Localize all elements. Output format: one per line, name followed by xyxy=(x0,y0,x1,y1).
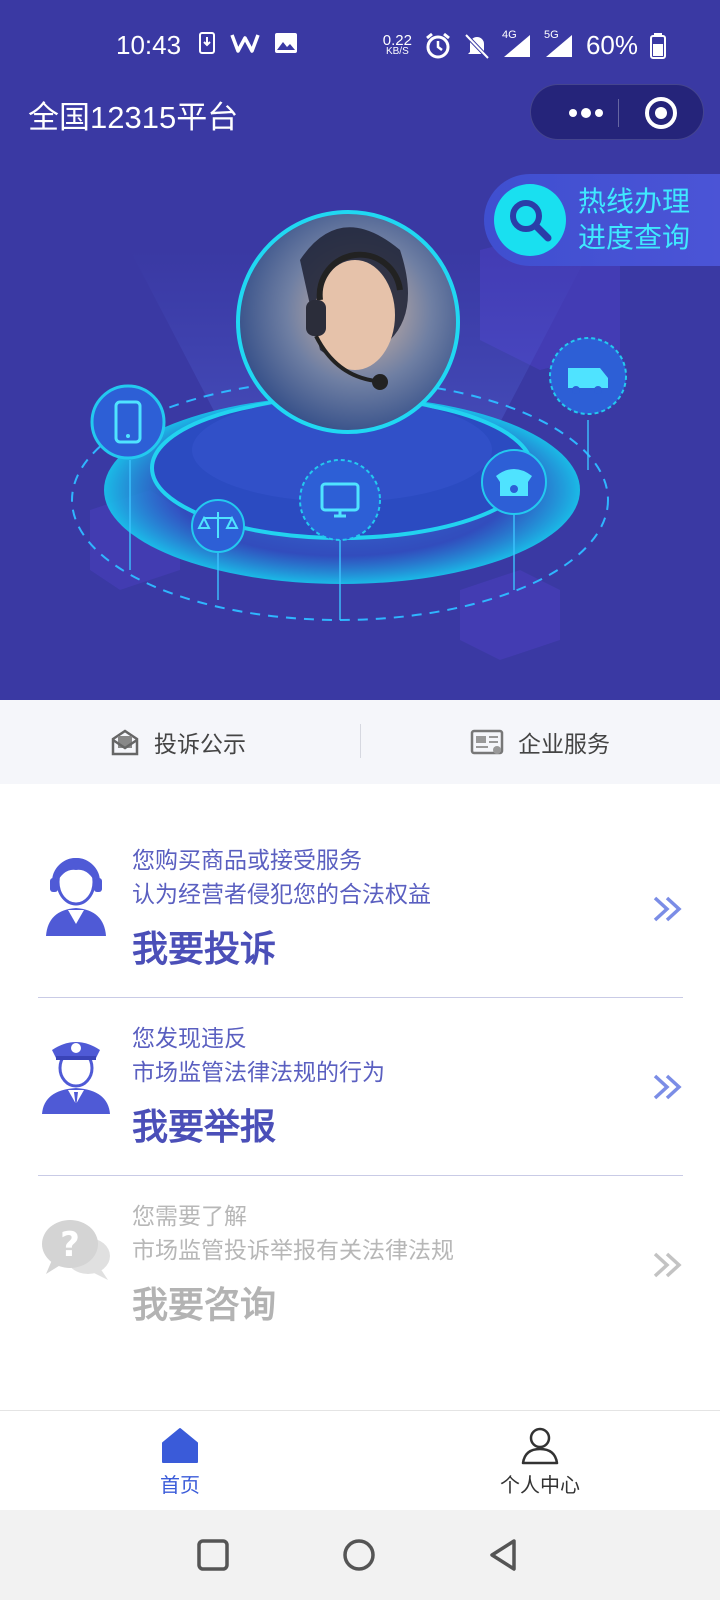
wps-icon xyxy=(230,34,260,53)
alarm-icon xyxy=(426,32,450,58)
report-action: 我要举报 xyxy=(132,1107,277,1148)
capsule-divider xyxy=(618,99,619,127)
nav-personal-center[interactable]: 个人中心 xyxy=(480,1425,600,1498)
complaint-desc: 您购买商品或接受服务 认为经营者侵犯您的合法权益 xyxy=(132,844,431,912)
gallery-icon xyxy=(275,33,297,53)
status-icons-right: 0.22 KB/S 4G 5G 60% xyxy=(382,29,666,61)
system-navigation-bar xyxy=(0,1510,720,1600)
signal-5g-icon: 5G xyxy=(544,29,574,59)
tab-divider xyxy=(360,724,361,758)
quick-tabs: 投诉公示 企业服务 xyxy=(0,700,720,784)
net-speed-value: 0.22 xyxy=(382,31,412,49)
consult-desc: 您需要了解 市场监管投诉举报有关法律法规 xyxy=(132,1200,454,1268)
consult-desc-line2: 市场监管投诉举报有关法律法规 xyxy=(132,1238,454,1264)
more-dots-icon xyxy=(569,108,603,118)
complaint-desc-line1: 您购买商品或接受服务 xyxy=(132,848,362,874)
svg-text:?: ? xyxy=(60,1225,80,1265)
bottom-tab-bar: 首页 个人中心 xyxy=(0,1410,720,1510)
close-miniprogram-button[interactable] xyxy=(631,93,691,133)
consult-action: 我要咨询 xyxy=(132,1285,277,1326)
net-speed-unit: KB/S xyxy=(385,45,409,57)
search-icon xyxy=(494,184,566,256)
back-triangle-icon[interactable] xyxy=(484,1536,522,1574)
consult-card[interactable]: ? 您需要了解 市场监管投诉举报有关法律法规 我要咨询 xyxy=(38,1184,683,1360)
question-bubble-icon: ? xyxy=(42,1220,110,1280)
page-title: 全国12315平台 xyxy=(28,100,239,135)
inspector-officer-icon xyxy=(42,1042,110,1114)
mute-bell-icon xyxy=(464,33,490,59)
signal-4g-icon: 4G xyxy=(502,29,532,59)
business-license-icon xyxy=(470,729,504,755)
report-desc-line2: 市场监管法律法规的行为 xyxy=(132,1060,385,1086)
envelope-icon xyxy=(111,729,139,756)
report-desc: 您发现违反 市场监管法律法规的行为 xyxy=(132,1022,385,1090)
user-icon xyxy=(521,1427,559,1465)
battery-percent: 60% xyxy=(585,30,638,60)
net-speed: 0.22 KB/S xyxy=(382,31,412,57)
hotline-text: 热线办理 进度查询 xyxy=(578,184,690,256)
tab-enterprise-service-label: 企业服务 xyxy=(518,732,610,758)
nav-personal-center-label: 个人中心 xyxy=(500,1473,580,1497)
tab-complaint-public[interactable]: 投诉公示 xyxy=(110,700,246,784)
miniprogram-capsule xyxy=(530,84,704,140)
hero-banner: 10:43 0.22 KB/S 4G 5G 60% 全国12315平台 热线办理… xyxy=(0,0,720,700)
recent-apps-icon[interactable] xyxy=(194,1536,232,1574)
consult-desc-line1: 您需要了解 xyxy=(132,1204,247,1230)
status-bar: 10:43 0.22 KB/S 4G 5G 60% xyxy=(0,0,720,90)
net-5g-label: 5G xyxy=(543,28,559,41)
target-close-icon xyxy=(645,97,677,129)
status-icons-left xyxy=(198,32,298,54)
customer-service-agent-icon xyxy=(46,858,106,936)
nav-home-label: 首页 xyxy=(160,1473,200,1497)
hotline-line2: 进度查询 xyxy=(578,222,691,253)
download-icon xyxy=(199,32,215,54)
nav-home[interactable]: 首页 xyxy=(120,1425,240,1498)
card-divider xyxy=(38,997,683,998)
tab-enterprise-service[interactable]: 企业服务 xyxy=(470,700,610,784)
report-card[interactable]: 您发现违反 市场监管法律法规的行为 我要举报 xyxy=(38,1006,683,1182)
status-time: 10:43 xyxy=(116,30,182,60)
home-circle-icon[interactable] xyxy=(340,1536,378,1574)
complaint-card[interactable]: 您购买商品或接受服务 认为经营者侵犯您的合法权益 我要投诉 xyxy=(38,828,683,1004)
report-desc-line1: 您发现违反 xyxy=(132,1026,247,1052)
battery-icon xyxy=(650,32,666,59)
card-divider xyxy=(38,1175,683,1176)
double-chevron-right-icon xyxy=(653,1252,682,1278)
hotline-progress-button[interactable]: 热线办理 进度查询 xyxy=(484,174,720,266)
more-button[interactable] xyxy=(555,97,615,129)
tab-complaint-public-label: 投诉公示 xyxy=(154,732,246,758)
double-chevron-right-icon xyxy=(653,896,682,922)
complaint-action: 我要投诉 xyxy=(132,929,277,970)
double-chevron-right-icon xyxy=(653,1074,682,1100)
complaint-desc-line2: 认为经营者侵犯您的合法权益 xyxy=(132,882,431,908)
net-4g-label: 4G xyxy=(501,28,517,41)
home-icon xyxy=(162,1428,198,1463)
hotline-line1: 热线办理 xyxy=(578,186,691,217)
